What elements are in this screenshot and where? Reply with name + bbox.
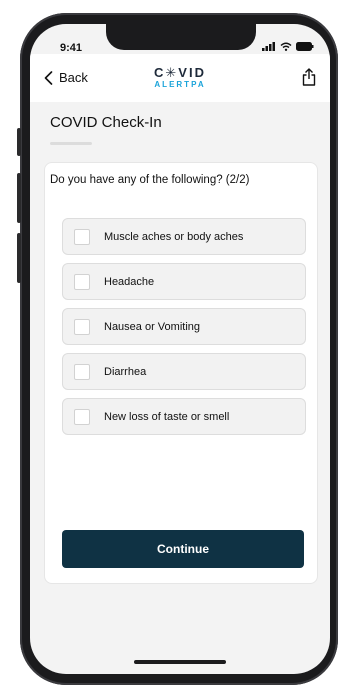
logo-wordmark: C✳VID	[154, 65, 206, 80]
question-text: Do you have any of the following? (2/2)	[50, 174, 250, 186]
option-loss-taste-smell[interactable]: New loss of taste or smell	[62, 398, 306, 435]
mute-switch	[17, 128, 21, 156]
continue-label: Continue	[157, 542, 209, 556]
continue-button[interactable]: Continue	[62, 530, 304, 568]
option-headache[interactable]: Headache	[62, 263, 306, 300]
option-diarrhea[interactable]: Diarrhea	[62, 353, 306, 390]
checkbox[interactable]	[74, 273, 90, 290]
option-label: Diarrhea	[104, 365, 147, 378]
option-label: New loss of taste or smell	[104, 410, 230, 423]
back-label: Back	[59, 70, 88, 85]
page-title: COVID Check-In	[50, 114, 162, 131]
back-button[interactable]: Back	[44, 70, 88, 85]
covid-alert-pa-logo: C✳VID ALERTPA	[130, 65, 230, 90]
home-indicator	[134, 660, 226, 664]
volume-down-button	[17, 233, 21, 283]
status-icons	[262, 42, 314, 51]
option-nausea-vomiting[interactable]: Nausea or Vomiting	[62, 308, 306, 345]
status-time: 9:41	[60, 42, 83, 54]
checkbox[interactable]	[74, 408, 90, 425]
option-label: Muscle aches or body aches	[104, 230, 244, 243]
cellular-signal-icon	[262, 42, 275, 51]
app-screen: 9:41 Back C✳VID ALERTPA COVID Check-In D…	[30, 24, 330, 674]
volume-up-button	[17, 173, 21, 223]
share-icon	[302, 68, 316, 86]
battery-icon	[296, 42, 314, 51]
checkbox[interactable]	[74, 363, 90, 380]
option-label: Headache	[104, 275, 155, 288]
logo-subtitle: ALERTPA	[154, 80, 206, 89]
wifi-icon	[280, 42, 292, 51]
option-muscle-aches[interactable]: Muscle aches or body aches	[62, 218, 306, 255]
chevron-left-icon	[44, 70, 53, 85]
checkbox[interactable]	[74, 318, 90, 335]
title-divider	[50, 142, 92, 145]
checkbox[interactable]	[74, 228, 90, 245]
notch	[106, 24, 256, 50]
option-label: Nausea or Vomiting	[104, 320, 200, 333]
nav-bar: Back C✳VID ALERTPA	[30, 54, 330, 102]
share-button[interactable]	[302, 68, 316, 91]
